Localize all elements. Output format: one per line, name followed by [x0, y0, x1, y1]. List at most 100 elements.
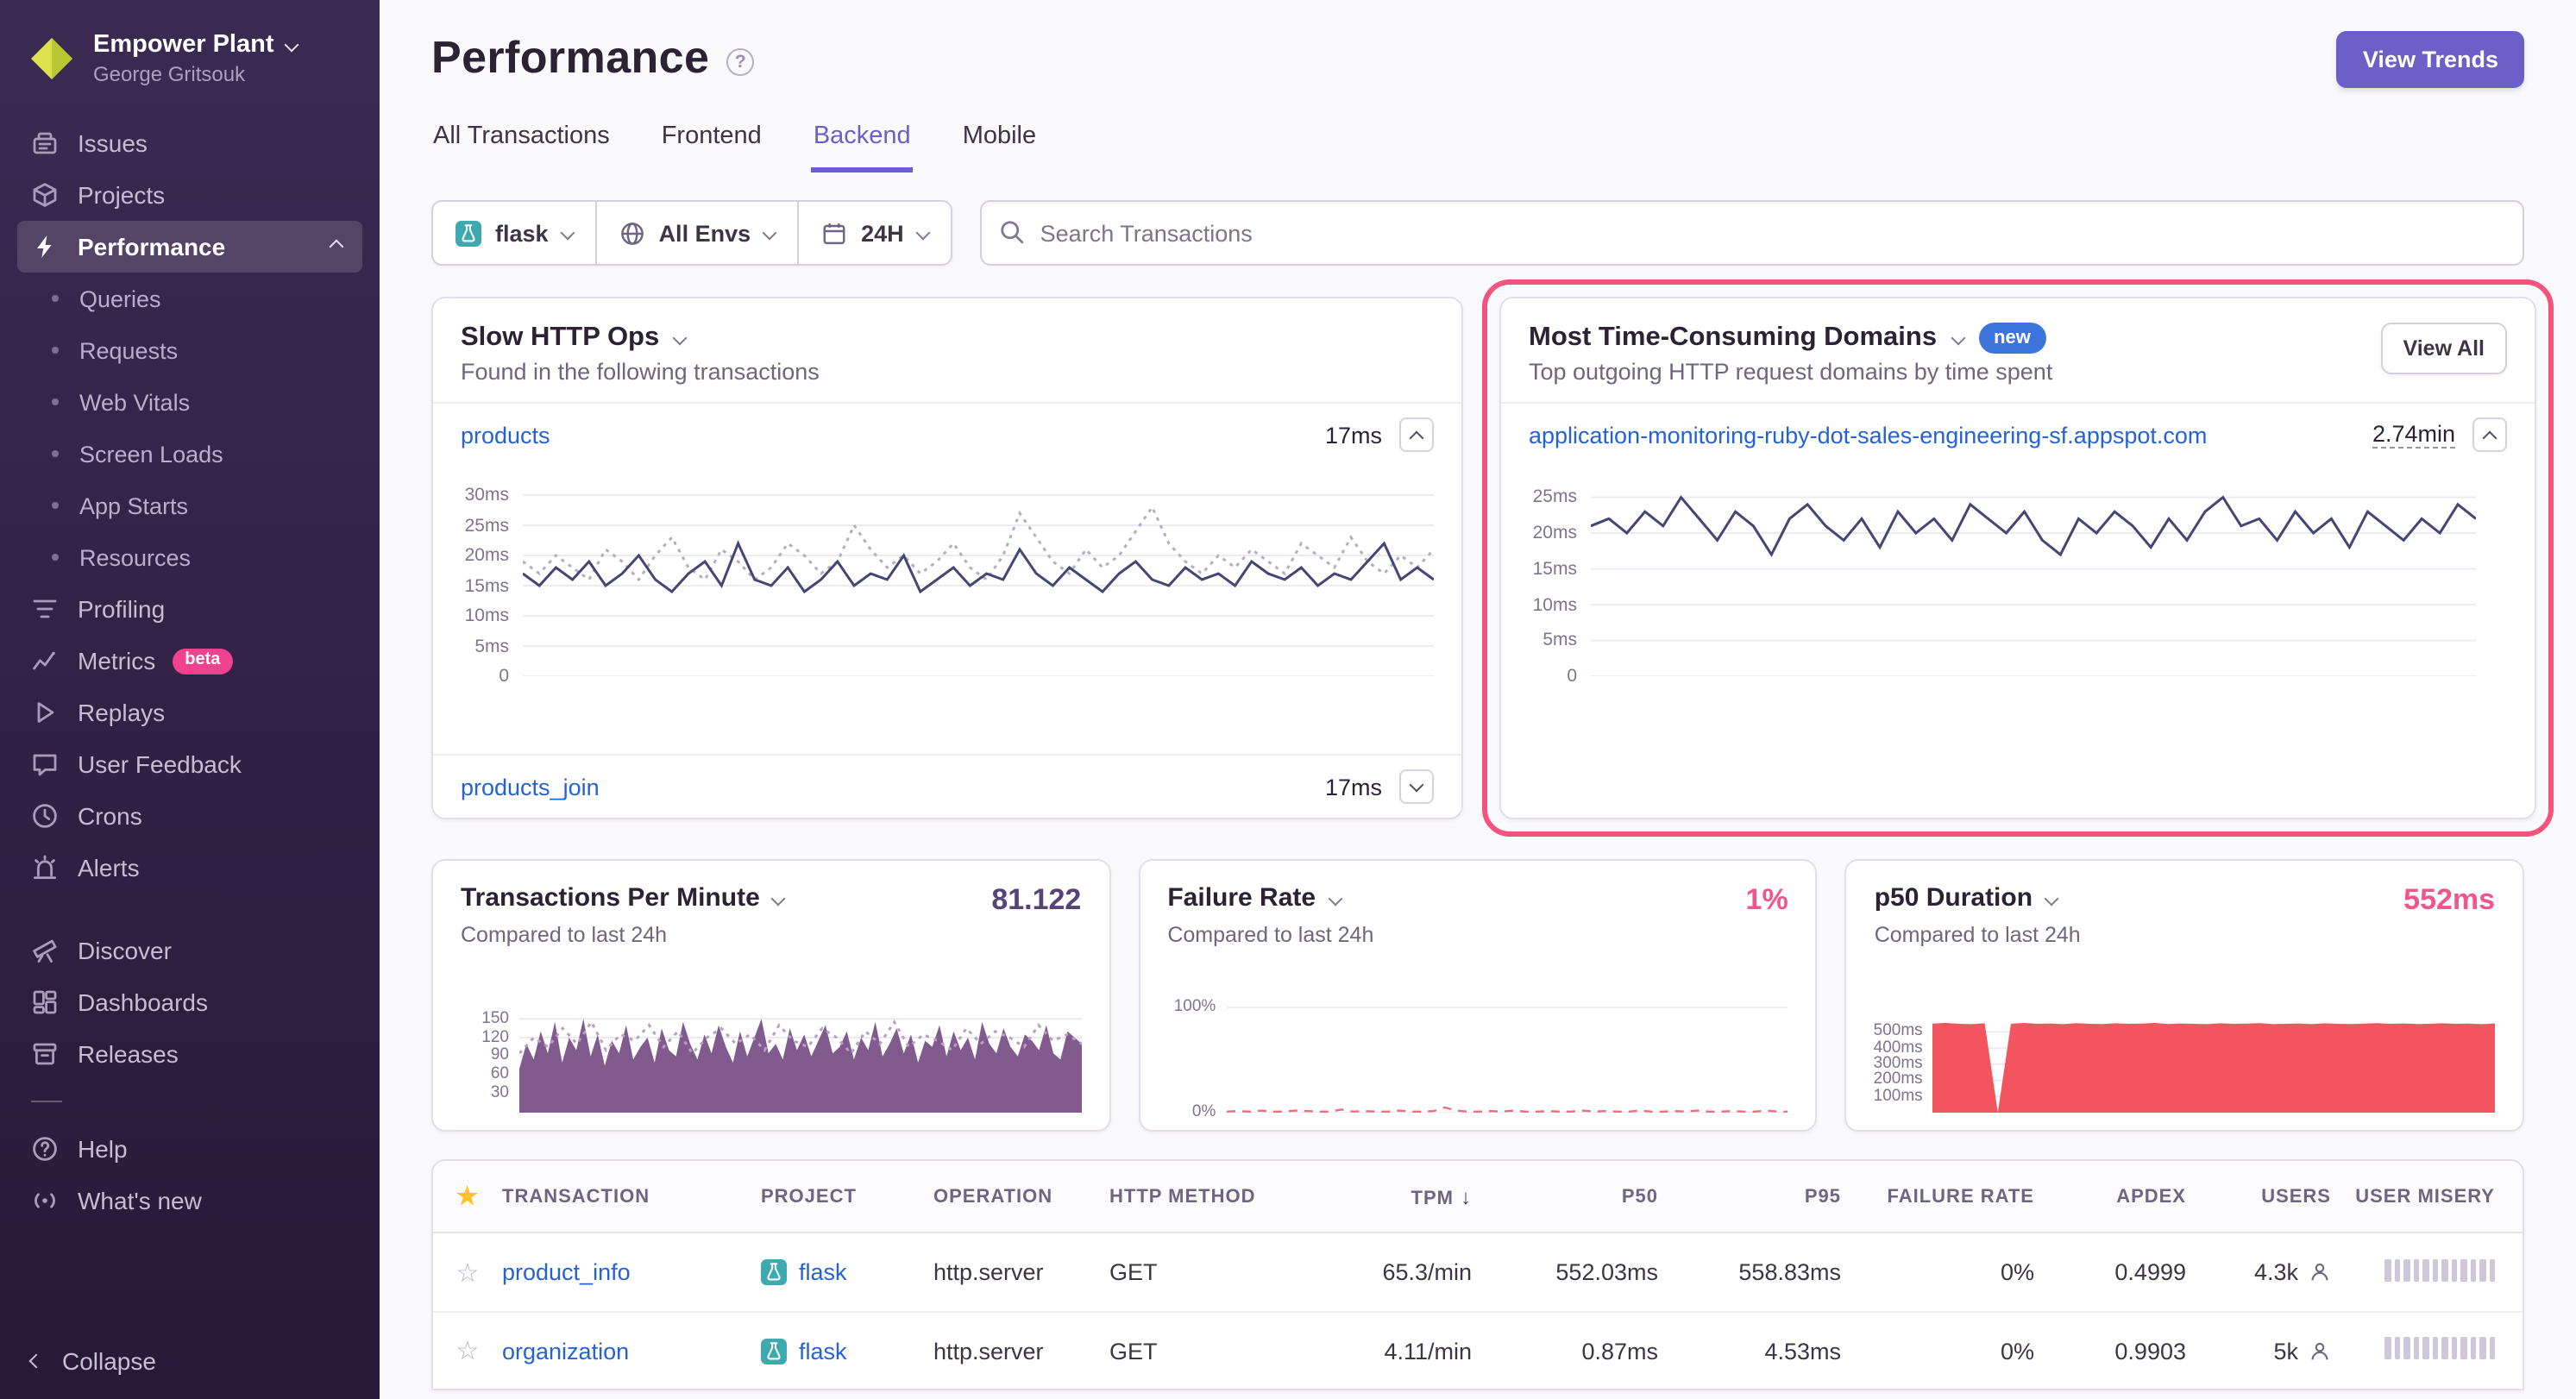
sidebar-item-screen-loads[interactable]: Screen Loads — [17, 428, 362, 480]
sidebar-item-projects[interactable]: Projects — [17, 169, 362, 221]
org-logo-icon — [28, 35, 76, 83]
help-icon[interactable]: ? — [726, 47, 754, 75]
sidebar-item-resources[interactable]: Resources — [17, 531, 362, 583]
environment-filter[interactable]: All Envs — [595, 200, 800, 266]
view-trends-button[interactable]: View Trends — [2337, 31, 2524, 88]
project-filter[interactable]: flask — [431, 200, 597, 266]
sidebar-item-requests[interactable]: Requests — [17, 324, 362, 376]
transaction-link[interactable]: products — [461, 422, 550, 448]
user-misery-cell — [2338, 1258, 2523, 1286]
project-cell[interactable]: flask — [761, 1338, 933, 1364]
collapse-row-button[interactable] — [1399, 417, 1434, 452]
expand-row-button[interactable] — [1399, 769, 1434, 804]
widget-title[interactable]: Most Time-Consuming Domains — [1529, 323, 1937, 354]
sidebar-item-replays[interactable]: Replays — [17, 687, 362, 738]
operation-cell: http.server — [933, 1259, 1109, 1285]
sidebar-item-user-feedback[interactable]: User Feedback — [17, 738, 362, 790]
collapse-row-button[interactable] — [2472, 417, 2507, 452]
user-misery-bars — [2384, 1337, 2495, 1359]
sidebar-item-label: Help — [78, 1135, 128, 1163]
y-axis-tick: 0% — [1192, 1104, 1216, 1120]
stat-subtitle: Compared to last 24h — [461, 923, 1081, 947]
chevron-down-icon — [673, 331, 688, 346]
column-header-users[interactable]: USERS — [2193, 1186, 2338, 1207]
sidebar-item-queries[interactable]: Queries — [17, 273, 362, 324]
column-header-failure-rate[interactable]: FAILURE RATE — [1848, 1186, 2041, 1207]
sidebar-item-label: Releases — [78, 1040, 179, 1068]
star-icon[interactable]: ☆ — [433, 1257, 502, 1288]
star-column-header[interactable]: ★ — [433, 1182, 502, 1211]
transaction-link[interactable]: product_info — [502, 1259, 631, 1285]
sidebar-item-issues[interactable]: Issues — [17, 117, 362, 169]
time-spent-value[interactable]: 2.74min — [2372, 421, 2455, 449]
sidebar-item-alerts[interactable]: Alerts — [17, 842, 362, 894]
sort-desc-icon: ↓ — [1461, 1184, 1472, 1208]
widget-title[interactable]: p50 Duration — [1875, 883, 2033, 913]
p95-cell: 558.83ms — [1665, 1259, 1848, 1285]
tab-mobile[interactable]: Mobile — [961, 116, 1038, 173]
transaction-link[interactable]: products_join — [461, 774, 600, 800]
column-header-transaction[interactable]: TRANSACTION — [502, 1186, 761, 1207]
transactions-table: ★TRANSACTIONPROJECTOPERATIONHTTP METHODT… — [431, 1159, 2524, 1390]
y-axis-tick: 300ms — [1874, 1056, 1923, 1071]
domain-link[interactable]: application-monitoring-ruby-dot-sales-en… — [1529, 422, 2207, 448]
chart-area: 500ms400ms300ms200ms100ms — [1875, 1013, 2495, 1113]
sidebar-item-label: Metrics — [78, 647, 155, 674]
profiling-icon — [31, 595, 59, 623]
search-input[interactable] — [980, 200, 2524, 266]
column-header-user-misery[interactable]: USER MISERY — [2338, 1186, 2523, 1207]
tpm-cell: 4.11/min — [1303, 1338, 1479, 1364]
transaction-link[interactable]: organization — [502, 1338, 629, 1364]
org-switcher[interactable]: Empower Plant George Gritsouk — [0, 24, 380, 110]
time-range-filter[interactable]: 24H — [797, 200, 952, 266]
column-header-p95[interactable]: P95 — [1665, 1186, 1848, 1207]
tab-frontend[interactable]: Frontend — [660, 116, 763, 173]
project-link[interactable]: flask — [799, 1259, 847, 1285]
sidebar-item-metrics[interactable]: Metricsbeta — [17, 635, 362, 687]
sidebar-item-label: App Starts — [79, 492, 188, 518]
project-link[interactable]: flask — [799, 1338, 847, 1364]
column-header-operation[interactable]: OPERATION — [933, 1186, 1109, 1207]
tab-all-transactions[interactable]: All Transactions — [431, 116, 612, 173]
column-header-http-method[interactable]: HTTP METHOD — [1109, 1186, 1303, 1207]
sidebar-item-crons[interactable]: Crons — [17, 790, 362, 842]
column-header-p50[interactable]: P50 — [1479, 1186, 1665, 1207]
crons-icon — [31, 802, 59, 830]
dashboards-icon — [31, 988, 59, 1016]
column-header-project[interactable]: PROJECT — [761, 1186, 933, 1207]
project-cell[interactable]: flask — [761, 1259, 933, 1285]
stats-row: Transactions Per Minute 81.122 Compared … — [431, 859, 2524, 1132]
sidebar-item-releases[interactable]: Releases — [17, 1028, 362, 1080]
y-axis-tick: 90 — [491, 1048, 509, 1063]
sidebar-item-help[interactable]: Help — [17, 1123, 362, 1175]
y-axis-tick: 400ms — [1874, 1039, 1923, 1055]
sidebar-item-dashboards[interactable]: Dashboards — [17, 976, 362, 1028]
tab-backend[interactable]: Backend — [812, 116, 913, 173]
sidebar-item-app-starts[interactable]: App Starts — [17, 480, 362, 531]
sidebar-item-performance[interactable]: Performance — [17, 221, 362, 273]
time-range-label: 24H — [861, 220, 904, 246]
p50-duration-widget: p50 Duration 552ms Compared to last 24h … — [1845, 859, 2524, 1132]
chevron-down-icon — [2045, 891, 2059, 906]
widget-title[interactable]: Transactions Per Minute — [461, 883, 760, 913]
sidebar-item-label: Web Vitals — [79, 389, 190, 415]
widget-subtitle: Found in the following transactions — [461, 359, 1434, 385]
sidebar-collapse-button[interactable]: Collapse — [31, 1347, 156, 1375]
sidebar-item-web-vitals[interactable]: Web Vitals — [17, 376, 362, 428]
sidebar-item-what-s-new[interactable]: What's new — [17, 1175, 362, 1226]
environment-filter-label: All Envs — [659, 220, 751, 246]
star-icon[interactable]: ☆ — [433, 1335, 502, 1366]
column-header-tpm[interactable]: TPM↓ — [1303, 1184, 1479, 1208]
y-axis-tick: 15ms — [465, 577, 509, 594]
widget-title[interactable]: Slow HTTP Ops — [461, 323, 659, 354]
p50-cell: 0.87ms — [1479, 1338, 1665, 1364]
sidebar-item-profiling[interactable]: Profiling — [17, 583, 362, 635]
view-all-button[interactable]: View All — [2381, 323, 2508, 374]
metrics-icon — [31, 647, 59, 674]
y-axis-tick: 100ms — [1874, 1088, 1923, 1103]
widget-title[interactable]: Failure Rate — [1167, 883, 1316, 913]
column-header-apdex[interactable]: APDEX — [2041, 1186, 2193, 1207]
sidebar-item-discover[interactable]: Discover — [17, 925, 362, 976]
y-axis-tick: 30ms — [465, 486, 509, 504]
org-name: Empower Plant — [93, 31, 274, 59]
